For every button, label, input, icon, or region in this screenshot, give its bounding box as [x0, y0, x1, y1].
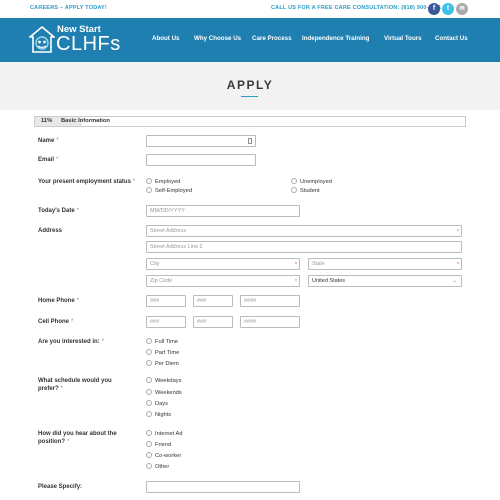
page-banner: APPLY — [0, 62, 500, 110]
radio-icon — [291, 178, 297, 184]
zip-code-input[interactable]: Zip Code * — [146, 275, 300, 287]
email-input[interactable] — [146, 154, 256, 166]
employment-option-self-employed[interactable]: Self-Employed — [146, 187, 192, 194]
name-input[interactable] — [146, 135, 256, 147]
radio-icon — [146, 338, 152, 344]
schedule-option-nights[interactable]: Nights — [146, 411, 171, 418]
date-label: Today's Date * — [38, 208, 80, 214]
interest-label: Are you interested in: * — [38, 339, 105, 345]
hear-option-other[interactable]: Other — [146, 463, 169, 470]
specify-label: Please Specify: — [38, 484, 83, 490]
address-label: Address — [38, 228, 63, 234]
radio-icon — [146, 411, 152, 417]
careers-link[interactable]: CAREERS – APPLY TODAY! — [30, 5, 107, 11]
radio-icon — [146, 430, 152, 436]
logo[interactable]: New Start CLHFs — [29, 22, 139, 58]
nav-contact-us[interactable]: Contact Us — [435, 35, 468, 42]
twitter-icon[interactable]: t — [442, 3, 454, 15]
cell-phone-area-input[interactable]: ### — [146, 316, 186, 328]
schedule-label: What schedule would you prefer? * — [38, 378, 112, 392]
site-header: New Start CLHFs About Us Why Choose Us C… — [0, 18, 500, 62]
nav-virtual-tours[interactable]: Virtual Tours — [384, 35, 422, 42]
radio-icon — [146, 400, 152, 406]
radio-icon — [146, 452, 152, 458]
home-phone-area-input[interactable]: ### — [146, 295, 186, 307]
employment-label: Your present employment status * — [38, 179, 136, 185]
country-select[interactable]: United States ⌄ — [308, 275, 462, 287]
hear-option-friend[interactable]: Friend — [146, 441, 171, 448]
progress-percent: 11% — [41, 118, 53, 124]
city-input[interactable]: City * — [146, 258, 300, 270]
call-consultation-text: CALL US FOR A FREE CARE CONSULTATION: (8… — [271, 5, 442, 11]
home-phone-prefix-input[interactable]: ### — [193, 295, 233, 307]
radio-icon — [146, 187, 152, 193]
hear-option-internet-ad[interactable]: Internet Ad — [146, 430, 183, 437]
cell-phone-line-input[interactable]: #### — [240, 316, 300, 328]
employment-option-employed[interactable]: Employed — [146, 178, 180, 185]
radio-icon — [146, 389, 152, 395]
name-label: Name * — [38, 138, 59, 144]
hear-about-label: How did you hear about the position? * — [38, 431, 117, 445]
employment-option-unemployed[interactable]: Unemployed — [291, 178, 332, 185]
radio-icon — [146, 377, 152, 383]
email-icon[interactable]: ✉ — [456, 3, 468, 15]
schedule-option-weekends[interactable]: Weekends — [146, 389, 182, 396]
street-address-input[interactable]: Street Address * — [146, 225, 462, 237]
logo-house-icon — [29, 25, 55, 53]
progress-bar: 11% Basic Information — [34, 116, 466, 127]
radio-icon — [291, 187, 297, 193]
title-underline — [241, 96, 258, 97]
cell-phone-prefix-input[interactable]: ### — [193, 316, 233, 328]
nav-why-choose-us[interactable]: Why Choose Us — [194, 35, 241, 42]
page-title: APPLY — [226, 78, 274, 92]
interest-option-part-time[interactable]: Part Time — [146, 349, 179, 356]
specify-input[interactable] — [146, 481, 300, 493]
logo-line2: CLHFs — [56, 33, 121, 55]
interest-option-full-time[interactable]: Full Time — [146, 338, 178, 345]
nav-independence-training[interactable]: Independence Training — [302, 35, 369, 42]
employment-option-student[interactable]: Student — [291, 187, 320, 194]
progress-section-title: Basic Information — [61, 118, 110, 124]
state-input[interactable]: State * — [308, 258, 462, 270]
schedule-option-days[interactable]: Days — [146, 400, 168, 407]
chevron-down-icon: ⌄ — [451, 278, 457, 284]
top-bar: CAREERS – APPLY TODAY! CALL US FOR A FRE… — [0, 0, 500, 18]
contact-card-icon — [248, 138, 252, 144]
home-phone-line-input[interactable]: #### — [240, 295, 300, 307]
radio-icon — [146, 441, 152, 447]
street-address-line2-input[interactable]: Street Address Line 2 — [146, 241, 462, 253]
home-phone-label: Home Phone * — [38, 298, 80, 304]
radio-icon — [146, 463, 152, 469]
email-label: Email * — [38, 157, 59, 163]
nav-about-us[interactable]: About Us — [152, 35, 180, 42]
nav-care-process[interactable]: Care Process — [252, 35, 292, 42]
radio-icon — [146, 178, 152, 184]
interest-option-per-diem[interactable]: Per Diem — [146, 360, 179, 367]
cell-phone-label: Cell Phone * — [38, 319, 74, 325]
schedule-option-weekdays[interactable]: Weekdays — [146, 377, 181, 384]
radio-icon — [146, 360, 152, 366]
date-input[interactable]: MM/DD/YYYY — [146, 205, 300, 217]
radio-icon — [146, 349, 152, 355]
hear-option-co-worker[interactable]: Co-worker — [146, 452, 181, 459]
facebook-icon[interactable]: f — [428, 3, 440, 15]
